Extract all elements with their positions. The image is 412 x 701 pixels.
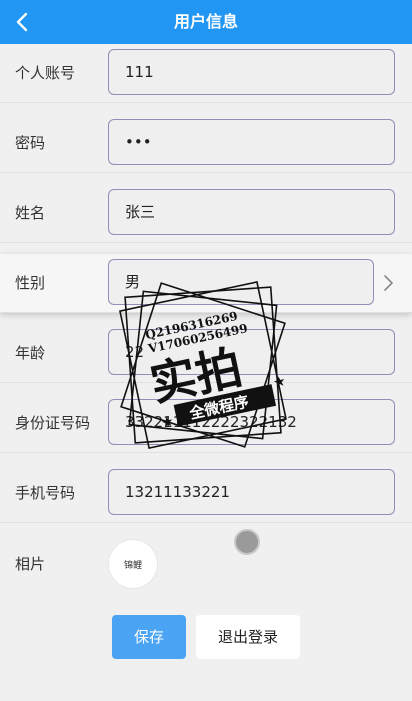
form-row-id-number: 身份证号码 332211112222322132 [0, 394, 412, 453]
app-header: 用户信息 [0, 0, 412, 44]
age-input[interactable]: 22 [108, 329, 395, 375]
form-row-age: 年龄 22 [0, 324, 412, 383]
gender-label: 性别 [15, 274, 46, 292]
age-label: 年龄 [15, 344, 46, 362]
gender-picker[interactable]: 男 [108, 259, 374, 305]
password-input[interactable]: ••• [108, 119, 395, 165]
page-title: 用户信息 [173, 12, 238, 31]
phone-input[interactable]: 13211133221 [108, 469, 395, 515]
phone-label: 手机号码 [15, 484, 76, 502]
avatar[interactable]: 锦鲤 [108, 539, 158, 589]
form-row-photo: 相片 [0, 534, 412, 594]
name-label: 姓名 [15, 204, 46, 222]
form-row-phone: 手机号码 13211133221 [0, 464, 412, 523]
id-number-label: 身份证号码 [15, 414, 91, 432]
logout-button[interactable]: 退出登录 [196, 615, 300, 659]
form-row-account: 个人账号 111 [0, 44, 412, 103]
form-row-name: 姓名 张三 [0, 184, 412, 243]
form-row-gender[interactable]: 性别 男 [0, 254, 412, 313]
account-label: 个人账号 [15, 64, 76, 82]
id-number-input[interactable]: 332211112222322132 [108, 399, 395, 445]
avatar-text: 锦鲤 [123, 560, 142, 571]
form-row-password: 密码 ••• [0, 114, 412, 173]
photo-label: 相片 [15, 555, 46, 573]
name-input[interactable]: 张三 [108, 189, 395, 235]
account-input[interactable]: 111 [108, 49, 395, 95]
chevron-right-icon [384, 275, 393, 291]
floating-assist-button[interactable] [234, 529, 260, 555]
save-button[interactable]: 保存 [112, 615, 186, 659]
password-label: 密码 [15, 134, 46, 152]
